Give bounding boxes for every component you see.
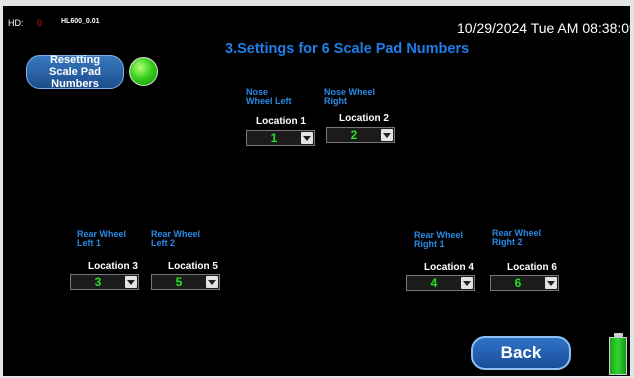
pad-4-value: 4: [430, 276, 438, 290]
pad-3-location-select[interactable]: 3: [70, 274, 139, 290]
pad-2-location-select[interactable]: 2: [326, 127, 395, 143]
pad-3-value: 3: [94, 275, 102, 289]
chevron-down-icon: [381, 129, 393, 141]
back-button[interactable]: Back: [471, 336, 571, 370]
pad-2-location-label: Location 2: [338, 113, 389, 124]
chevron-down-icon: [461, 277, 473, 289]
pad-6-value: 6: [514, 276, 522, 290]
pad-6-location-select[interactable]: 6: [490, 275, 559, 291]
datetime: 10/29/2024 Tue AM 08:38:09: [457, 20, 630, 36]
pad-6-location-label: Location 6: [506, 262, 557, 273]
hd-value: 0: [37, 18, 43, 28]
screen: HD: 0 HL600_0.01 10/29/2024 Tue AM 08:38…: [3, 6, 630, 376]
pad-1-location-select[interactable]: 1: [246, 130, 315, 146]
pad-5-location-label: Location 5: [167, 261, 218, 272]
pad-1-wheel-label: Nose Wheel Left: [246, 87, 292, 106]
battery-icon: [609, 337, 627, 375]
pad-2-value: 2: [350, 128, 358, 142]
page-title: 3.Settings for 6 Scale Pad Numbers: [225, 41, 470, 57]
pad-1-value: 1: [270, 131, 278, 145]
pad-1-location-label: Location 1: [255, 116, 306, 127]
pad-3-wheel-label: Rear Wheel Left 1: [77, 229, 127, 248]
chevron-down-icon: [301, 132, 313, 144]
pad-3-location-label: Location 3: [87, 261, 138, 272]
pad-4-wheel-label: Rear Wheel Right 1: [414, 230, 464, 249]
pad-5-location-select[interactable]: 5: [151, 274, 220, 290]
chevron-down-icon: [545, 277, 557, 289]
reset-scale-pad-numbers-button[interactable]: Resetting Scale Pad Numbers: [26, 54, 124, 90]
model-label: HL600_0.01: [61, 18, 100, 25]
pad-4-location-label: Location 4: [423, 262, 474, 273]
pad-6-wheel-label: Rear Wheel Right 2: [492, 228, 542, 247]
status-indicator-icon: [129, 57, 158, 86]
pad-5-wheel-label: Rear Wheel Left 2: [151, 229, 201, 248]
pad-4-location-select[interactable]: 4: [406, 275, 475, 291]
chevron-down-icon: [206, 276, 218, 288]
reset-button-label: Resetting Scale Pad Numbers: [49, 54, 101, 90]
chevron-down-icon: [125, 276, 137, 288]
pad-2-wheel-label: Nose Wheel Right: [324, 87, 376, 106]
hd-label: HD:: [8, 18, 24, 28]
pad-5-value: 5: [175, 275, 183, 289]
